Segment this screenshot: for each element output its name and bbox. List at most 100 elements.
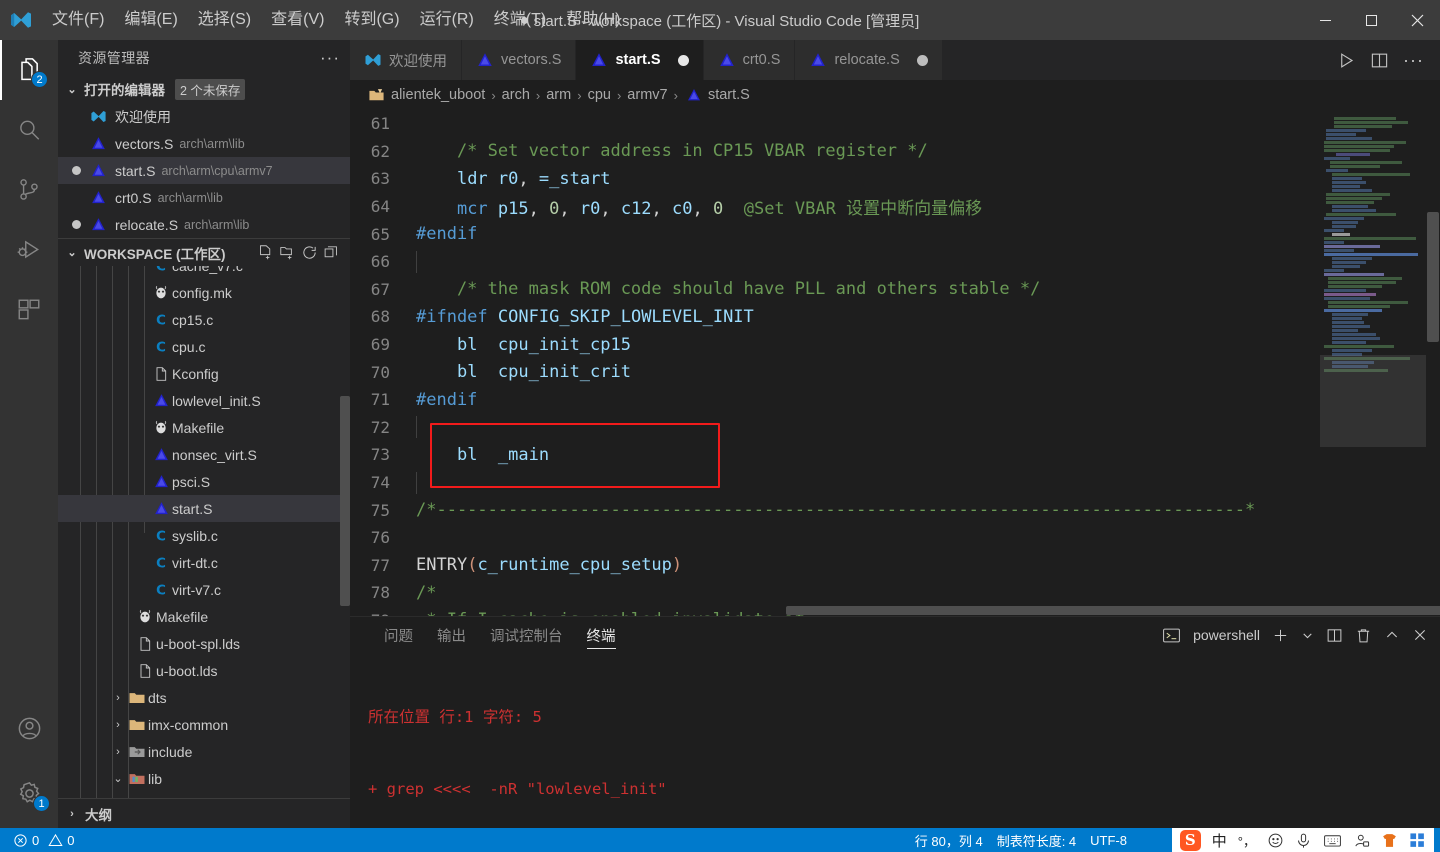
tree-row[interactable]: lowlevel_init.S xyxy=(58,387,350,414)
code-text[interactable]: bl cpu_init_crit xyxy=(416,362,631,382)
ime-toolbar[interactable]: S 中 °， xyxy=(1171,828,1434,852)
activity-run-debug[interactable] xyxy=(0,220,58,280)
breadcrumb-item-0[interactable]: alientek_uboot xyxy=(391,87,485,103)
tree-row[interactable]: Kconfig xyxy=(58,360,350,387)
activity-extensions[interactable] xyxy=(0,280,58,340)
split-terminal-icon[interactable] xyxy=(1326,627,1343,644)
menu-go[interactable]: 转到(G) xyxy=(334,5,409,35)
tree-row-imx-common[interactable]: › imx-common xyxy=(58,711,350,738)
editor-toolbar[interactable]: ··· xyxy=(1321,40,1440,80)
file-tree[interactable]: C cache_v7.c config.mk C cp15.c C xyxy=(58,266,350,798)
emoji-icon[interactable] xyxy=(1267,832,1284,849)
workspace-header[interactable]: ⌄ WORKSPACE (工作区) xyxy=(58,238,350,266)
panel-actions[interactable]: powershell xyxy=(1162,626,1428,645)
code-text[interactable]: /* xyxy=(416,583,436,603)
menu-bar[interactable]: 文件(F) 编辑(E) 选择(S) 查看(V) 转到(G) 运行(R) 终端(T… xyxy=(42,0,630,40)
code-text[interactable]: #ifndef CONFIG_SKIP_LOWLEVEL_INIT xyxy=(416,307,754,327)
tab-dirty-icon[interactable] xyxy=(916,54,928,66)
apps-icon[interactable] xyxy=(1409,832,1426,849)
menu-edit[interactable]: 编辑(E) xyxy=(114,5,187,35)
editor-horizontal-scrollbar[interactable] xyxy=(416,606,1440,616)
tree-row[interactable]: u-boot-spl.lds xyxy=(58,630,350,657)
maximize-button[interactable] xyxy=(1348,0,1394,40)
tree-row[interactable]: C cpu.c xyxy=(58,333,350,360)
activity-search[interactable] xyxy=(0,100,58,160)
tree-row-dts[interactable]: › dts xyxy=(58,684,350,711)
terminal-name[interactable]: powershell xyxy=(1193,627,1260,643)
code-text[interactable]: mcr p15, 0, r0, c12, c0, 0 @Set VBAR 设置中… xyxy=(416,194,982,219)
code-text[interactable]: /* the mask ROM code should have PLL and… xyxy=(416,279,1040,299)
menu-selection[interactable]: 选择(S) xyxy=(188,5,261,35)
close-button[interactable] xyxy=(1394,0,1440,40)
activity-bar[interactable]: 2 1 xyxy=(0,40,58,828)
tree-row[interactable]: psci.S xyxy=(58,468,350,495)
tree-row[interactable]: C syslib.c xyxy=(58,522,350,549)
split-editor-icon[interactable] xyxy=(1370,51,1389,70)
panel-tab-terminal[interactable]: 终端 xyxy=(575,617,628,653)
tree-row[interactable]: C cache_v7.c xyxy=(58,266,350,279)
tab-dirty-icon[interactable] xyxy=(677,54,689,66)
editor-vertical-scrollbar[interactable] xyxy=(1426,110,1440,616)
close-panel-icon[interactable] xyxy=(1412,627,1428,643)
tree-row-lib[interactable]: ⌄ lib xyxy=(58,765,350,792)
kill-terminal-icon[interactable] xyxy=(1355,627,1372,644)
add-terminal-icon[interactable] xyxy=(1272,627,1289,644)
menu-terminal[interactable]: 终端(T) xyxy=(484,5,556,35)
tab-start-s[interactable]: start.S xyxy=(576,40,704,80)
tree-row[interactable]: u-boot.lds xyxy=(58,657,350,684)
code-text[interactable]: ENTRY(c_runtime_cpu_setup) xyxy=(416,555,682,575)
open-editor-welcome[interactable]: 欢迎使用 xyxy=(58,103,350,130)
skin-icon[interactable] xyxy=(1381,832,1398,849)
code-text[interactable]: #endif xyxy=(416,390,477,410)
code-text[interactable]: #endif xyxy=(416,224,477,244)
terminal-dropdown-icon[interactable] xyxy=(1301,629,1314,642)
editor-tabs[interactable]: 欢迎使用 vectors.S start.S crt0.S relocate.S… xyxy=(350,40,1440,80)
open-editor-start[interactable]: start.S arch\arm\cpu\armv7 xyxy=(58,157,350,184)
status-bar[interactable]: 0 0 行 80，列 4 制表符长度: 4 UTF-8 S 中 °， xyxy=(0,828,1440,852)
tree-row[interactable]: config.mk xyxy=(58,279,350,306)
sidebar-scrollbar[interactable] xyxy=(340,396,350,606)
tree-row[interactable]: Makefile xyxy=(58,603,350,630)
panel-tab-problems[interactable]: 问题 xyxy=(372,617,425,653)
open-editor-vectors[interactable]: vectors.S arch\arm\lib xyxy=(58,130,350,157)
code-text[interactable]: bl cpu_init_cp15 xyxy=(416,335,631,355)
open-editor-crt0[interactable]: crt0.S arch\arm\lib xyxy=(58,184,350,211)
new-file-icon[interactable] xyxy=(257,244,274,261)
open-editor-relocate[interactable]: relocate.S arch\arm\lib xyxy=(58,211,350,238)
tree-row[interactable]: nonsec_virt.S xyxy=(58,441,350,468)
user-icon[interactable] xyxy=(1353,832,1370,849)
sidebar-more-icon[interactable]: ··· xyxy=(320,48,340,68)
code-text[interactable]: /* Set vector address in CP15 VBAR regis… xyxy=(416,141,928,161)
code-text[interactable]: bl _main xyxy=(416,445,549,465)
code-text[interactable]: ldr r0, =_start xyxy=(416,169,611,189)
sogou-logo-icon[interactable]: S xyxy=(1179,829,1201,851)
more-actions-icon[interactable]: ··· xyxy=(1403,50,1424,71)
new-folder-icon[interactable] xyxy=(279,244,296,261)
panel-tab-output[interactable]: 输出 xyxy=(425,617,478,653)
tree-row[interactable]: C virt-dt.c xyxy=(58,549,350,576)
voice-icon[interactable] xyxy=(1295,832,1312,849)
minimap[interactable] xyxy=(1320,110,1426,616)
status-encoding[interactable]: UTF-8 xyxy=(1083,828,1134,852)
ime-punctuation-label[interactable]: °， xyxy=(1238,831,1256,850)
tree-row[interactable]: Makefile xyxy=(58,414,350,441)
maximize-panel-icon[interactable] xyxy=(1384,627,1400,643)
tree-row[interactable]: C virt-v7.c xyxy=(58,576,350,603)
collapse-all-icon[interactable] xyxy=(323,244,340,261)
tree-row-start-s[interactable]: start.S xyxy=(58,495,350,522)
breadcrumb-file[interactable]: start.S xyxy=(708,87,750,103)
activity-explorer[interactable]: 2 xyxy=(0,40,58,100)
open-editors-header[interactable]: ⌄ 打开的编辑器 2 个未保存 xyxy=(58,75,350,103)
window-controls[interactable] xyxy=(1302,0,1440,40)
refresh-icon[interactable] xyxy=(301,244,318,261)
keyboard-icon[interactable] xyxy=(1323,832,1342,849)
panel-header[interactable]: 问题 输出 调试控制台 终端 powershell xyxy=(350,617,1440,653)
menu-run[interactable]: 运行(R) xyxy=(410,5,484,35)
tree-row-include[interactable]: › include xyxy=(58,738,350,765)
run-icon[interactable] xyxy=(1337,51,1356,70)
tree-row[interactable]: C cp15.c xyxy=(58,306,350,333)
menu-help[interactable]: 帮助(H) xyxy=(556,5,630,35)
code-editor[interactable]: 61 62 /* Set vector address in CP15 VBAR… xyxy=(350,110,1440,616)
code-text[interactable]: /*--------------------------------------… xyxy=(416,500,1255,520)
breadcrumb-item-4[interactable]: armv7 xyxy=(627,87,667,103)
